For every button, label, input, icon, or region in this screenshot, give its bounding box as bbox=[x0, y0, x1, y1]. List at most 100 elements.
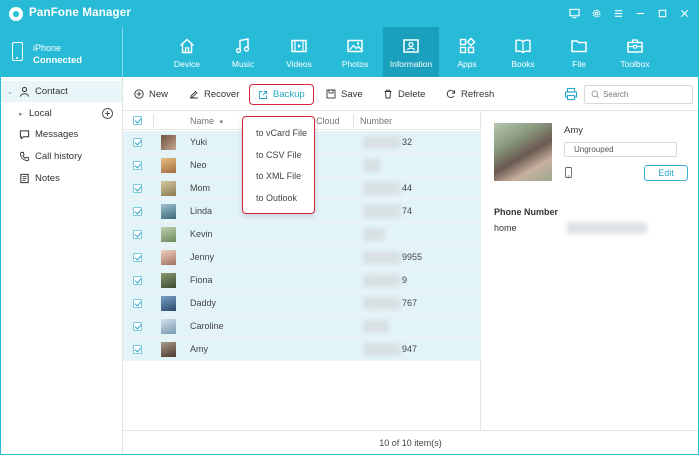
nav-device[interactable]: Device bbox=[159, 27, 215, 77]
nav-videos[interactable]: Videos bbox=[271, 27, 327, 77]
nav-information[interactable]: Information bbox=[383, 27, 439, 77]
group-select[interactable]: Ungrouped bbox=[564, 142, 677, 157]
row-checkbox[interactable] bbox=[133, 207, 142, 216]
contact-name: Fiona bbox=[190, 275, 213, 285]
row-checkbox[interactable] bbox=[133, 345, 142, 354]
collapse-caret-icon[interactable]: ⌄ bbox=[7, 88, 13, 96]
contact-name: Jenny bbox=[190, 252, 215, 262]
menu-item-outlook[interactable]: to Outlook bbox=[256, 193, 297, 203]
feedback-button[interactable] bbox=[566, 5, 582, 21]
nav-toolbox[interactable]: Toolbox bbox=[607, 27, 663, 77]
monitor-icon bbox=[568, 8, 580, 18]
phone-label: home bbox=[494, 223, 517, 233]
row-checkbox[interactable] bbox=[133, 276, 142, 285]
column-number[interactable]: Number bbox=[360, 116, 392, 126]
search-input[interactable] bbox=[603, 88, 689, 101]
select-all-checkbox[interactable] bbox=[133, 116, 142, 125]
table-row[interactable]: Fiona 9 bbox=[123, 269, 481, 292]
column-name[interactable]: Name ▾ bbox=[190, 116, 223, 126]
avatar bbox=[161, 135, 176, 150]
sidebar-item-messages[interactable]: Messages bbox=[1, 124, 122, 145]
music-icon bbox=[235, 38, 250, 54]
refresh-button[interactable]: Refresh bbox=[446, 85, 494, 103]
number-redacted bbox=[363, 343, 401, 356]
column-divider bbox=[153, 114, 154, 127]
row-checkbox[interactable] bbox=[133, 184, 142, 193]
nav-label: File bbox=[572, 59, 586, 69]
column-divider bbox=[353, 114, 354, 127]
menu-item-vcard[interactable]: to vCard File bbox=[256, 128, 307, 138]
recover-button[interactable]: Recover bbox=[189, 85, 239, 103]
row-checkbox[interactable] bbox=[133, 161, 142, 170]
row-checkbox[interactable] bbox=[133, 299, 142, 308]
nav-music[interactable]: Music bbox=[215, 27, 271, 77]
contact-number: 44 bbox=[402, 183, 413, 193]
nav-books[interactable]: Books bbox=[495, 27, 551, 77]
close-icon bbox=[680, 9, 688, 17]
sidebar-item-label: Messages bbox=[35, 129, 79, 140]
book-icon bbox=[515, 39, 531, 54]
contact-name: Mom bbox=[190, 183, 210, 193]
image-icon bbox=[347, 39, 363, 53]
sidebar: ⌄ Contact ▸ Local Messages Call history … bbox=[1, 77, 123, 454]
number-redacted bbox=[363, 182, 401, 195]
avatar bbox=[161, 250, 176, 265]
device-selector[interactable]: iPhone Connected bbox=[1, 27, 123, 77]
nav-photos[interactable]: Photos bbox=[327, 27, 383, 77]
settings-button[interactable] bbox=[588, 5, 604, 21]
menu-item-xml[interactable]: to XML File bbox=[256, 171, 301, 181]
maximize-button[interactable] bbox=[654, 5, 670, 21]
column-cloud[interactable]: Cloud bbox=[316, 116, 340, 126]
new-button[interactable]: New bbox=[134, 85, 168, 103]
table-row[interactable]: Daddy 767 bbox=[123, 292, 481, 315]
table-row[interactable]: Caroline bbox=[123, 315, 481, 338]
delete-button[interactable]: Delete bbox=[383, 85, 425, 103]
row-checkbox[interactable] bbox=[133, 322, 142, 331]
number-redacted bbox=[363, 136, 401, 149]
sidebar-item-call-history[interactable]: Call history bbox=[1, 146, 122, 167]
export-icon bbox=[259, 90, 267, 99]
table-row[interactable]: Amy 947 bbox=[123, 338, 481, 361]
sidebar-item-label: Notes bbox=[35, 173, 60, 184]
save-button[interactable]: Save bbox=[326, 85, 363, 103]
column-name-label: Name bbox=[190, 116, 215, 126]
phone-value-redacted bbox=[567, 222, 647, 234]
sidebar-item-local[interactable]: ▸ Local bbox=[1, 103, 122, 124]
nav-apps[interactable]: Apps bbox=[439, 27, 495, 77]
item-count: 10 of 10 item(s) bbox=[379, 438, 442, 448]
sidebar-item-contact[interactable]: ⌄ Contact bbox=[1, 81, 122, 102]
status-footer: 10 of 10 item(s) bbox=[123, 430, 698, 454]
contact-detail-name: Amy bbox=[564, 125, 583, 136]
backup-button[interactable]: Backup bbox=[249, 84, 314, 105]
menu-item-csv[interactable]: to CSV File bbox=[256, 150, 302, 160]
row-checkbox[interactable] bbox=[133, 138, 142, 147]
menu-button[interactable] bbox=[610, 5, 626, 21]
device-name: iPhone bbox=[33, 43, 62, 53]
maximize-icon bbox=[658, 9, 666, 17]
nav-label: Music bbox=[231, 59, 255, 69]
number-redacted bbox=[363, 320, 389, 333]
close-button[interactable] bbox=[676, 5, 692, 21]
expand-caret-icon[interactable]: ▸ bbox=[19, 110, 23, 118]
nav-label: Photos bbox=[341, 59, 369, 69]
minimize-button[interactable] bbox=[632, 5, 648, 21]
table-row[interactable]: Jenny 9955 bbox=[123, 246, 481, 269]
contact-name: Neo bbox=[190, 160, 207, 170]
contact-number: 947 bbox=[402, 344, 418, 354]
contact-name: Yuki bbox=[190, 137, 208, 147]
main-nav: iPhone Connected Device Music Videos Pho… bbox=[1, 27, 698, 77]
print-icon[interactable] bbox=[564, 87, 578, 101]
save-icon bbox=[326, 89, 336, 99]
sidebar-item-notes[interactable]: Notes bbox=[1, 168, 122, 189]
row-checkbox[interactable] bbox=[133, 230, 142, 239]
apps-grid-icon bbox=[459, 37, 476, 54]
backup-button-label: Backup bbox=[273, 89, 305, 100]
toolbar: New Recover Backup Save Delete Refresh bbox=[123, 77, 698, 111]
row-checkbox[interactable] bbox=[133, 253, 142, 262]
search-box bbox=[584, 85, 693, 104]
table-row[interactable]: Kevin bbox=[123, 223, 481, 246]
nav-file[interactable]: File bbox=[551, 27, 607, 77]
add-group-icon[interactable] bbox=[102, 108, 113, 119]
contact-card-icon bbox=[403, 39, 419, 53]
edit-button[interactable]: Edit bbox=[644, 165, 688, 181]
